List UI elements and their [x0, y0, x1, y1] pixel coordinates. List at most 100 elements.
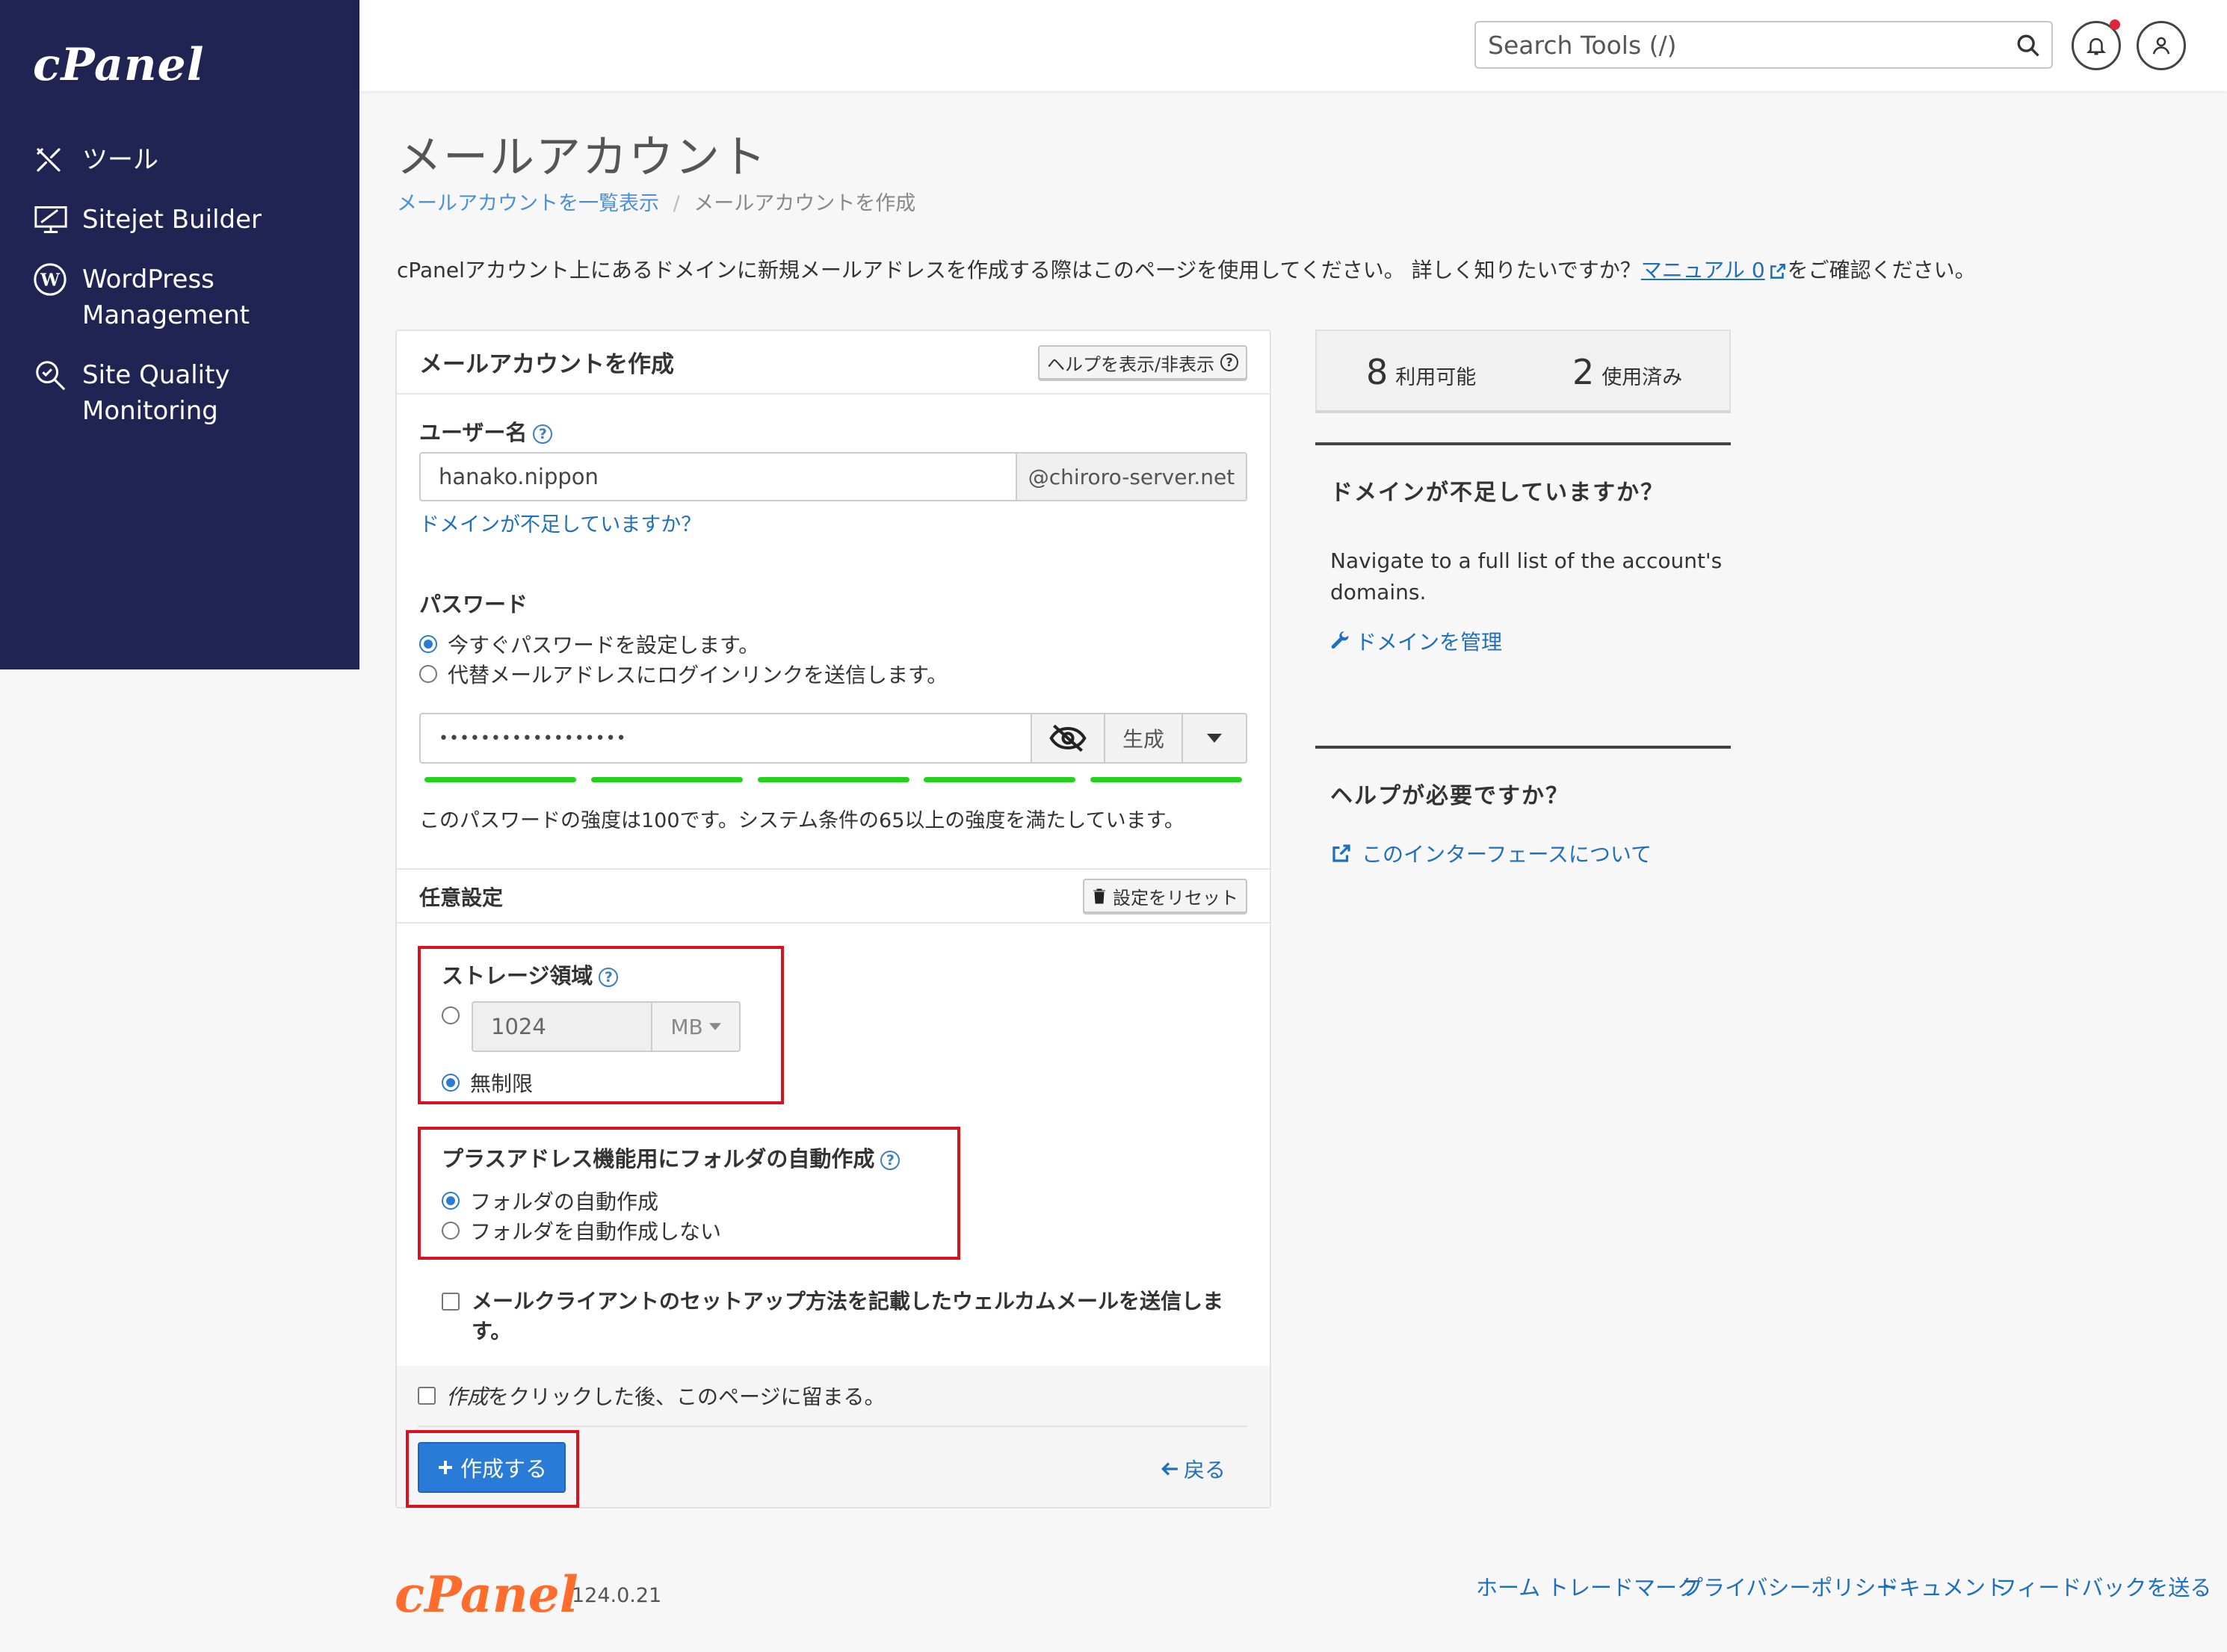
storage-unlimited-option[interactable]: 無制限 [442, 1068, 533, 1098]
stat-available: 8 利用可能 [1366, 352, 1476, 392]
manage-domains-link[interactable]: ドメインを管理 [1330, 626, 1502, 656]
footer-link-home[interactable]: ホーム [1476, 1571, 1540, 1602]
plus-no-create-option[interactable]: フォルダを自動作成しない [442, 1216, 721, 1246]
eye-slash-icon [1049, 724, 1087, 752]
radio-selected[interactable] [419, 635, 437, 653]
footer-cpanel-logo[interactable]: cPanel [395, 1565, 578, 1624]
question-icon[interactable]: ? [599, 968, 619, 987]
monitor-design-icon [33, 202, 75, 238]
tools-icon [33, 142, 75, 178]
storage-quota-input[interactable]: 1024 [472, 1001, 652, 1052]
page-title: メールアカウント [397, 132, 767, 184]
checkbox[interactable] [442, 1293, 460, 1311]
password-option-link[interactable]: 代替メールアドレスにログインリンクを送信します。 [419, 659, 948, 689]
sidebar-item-tools[interactable]: ツール [33, 142, 158, 178]
footer-link-privacy[interactable]: プライバシーポリシー [1681, 1571, 1897, 1602]
strength-bar-5 [1090, 777, 1242, 782]
storage-limited-radio[interactable] [442, 1006, 460, 1024]
help-toggle-button[interactable]: ヘルプを表示/非表示 ? [1038, 345, 1247, 380]
external-link-icon [1770, 264, 1785, 279]
domains-panel-line: domains. [1330, 580, 1427, 604]
svg-text:W: W [40, 270, 61, 291]
user-menu-button[interactable] [2137, 21, 2186, 70]
missing-domain-link[interactable]: ドメインが不足していますか？ [419, 508, 701, 537]
divider [397, 922, 1270, 924]
plus-addressing-label-text: プラスアドレス機能用にフォルダの自動作成 [442, 1146, 875, 1172]
footer-link-trademark[interactable]: トレードマーク [1547, 1571, 1699, 1602]
manual-link[interactable]: マニュアル 0 [1641, 258, 1788, 282]
checkbox[interactable] [418, 1387, 436, 1405]
stay-on-page-rest: をクリックした後、このページに留まる。 [488, 1385, 886, 1409]
radio-unselected[interactable] [442, 1006, 460, 1024]
plus-auto-create-option[interactable]: フォルダの自動作成 [442, 1186, 658, 1216]
username-value: hanako.nippon [439, 464, 599, 489]
footer-link-feedback[interactable]: フィードバックを送る [1995, 1571, 2211, 1602]
optional-settings-label: 任意設定 [419, 885, 504, 910]
option-label: 今すぐパスワードを設定します。 [448, 633, 760, 658]
radio-selected[interactable] [442, 1074, 460, 1092]
generate-button[interactable]: 生成 [1104, 713, 1183, 764]
help-toggle-label: ヘルプを表示/非表示 [1046, 353, 1215, 375]
password-mask: •••••••••••••••••• [439, 728, 627, 748]
back-link[interactable]: 戻る [1160, 1454, 1226, 1484]
breadcrumb-separator: / [673, 192, 680, 215]
toggle-visibility-button[interactable] [1031, 713, 1105, 764]
help-panel-title: ヘルプが必要ですか？ [1330, 783, 1569, 809]
search-icon[interactable] [2016, 33, 2041, 58]
stay-on-page-label: 作成をクリックした後、このページに留まる。 [446, 1381, 885, 1411]
intro-text-part: をご確認ください。 [1787, 258, 1976, 282]
storage-unit-label: MB [670, 1014, 703, 1039]
stat-label: 利用可能 [1395, 366, 1477, 389]
stay-on-page-option[interactable]: 作成をクリックした後、このページに留まる。 [418, 1381, 885, 1411]
reset-settings-button[interactable]: 設定をリセット [1083, 879, 1247, 913]
question-icon[interactable]: ? [880, 1151, 901, 1170]
password-label: パスワード [419, 592, 528, 617]
generate-options-button[interactable] [1182, 713, 1247, 764]
sidebar-item-site-quality[interactable]: Site Quality Monitoring [33, 357, 230, 429]
notification-badge [2110, 19, 2120, 30]
footer-link-documentation[interactable]: ドキュメント [1877, 1571, 2007, 1602]
bell-icon [2086, 38, 2107, 55]
panel-rule [1315, 442, 1731, 445]
about-interface-link[interactable]: このインターフェースについて [1330, 838, 1652, 868]
welcome-email-checkbox[interactable] [442, 1293, 460, 1311]
stats-panel: 8 利用可能 2 使用済み [1315, 330, 1731, 413]
caret-down-icon [708, 1023, 721, 1030]
magnifier-icon [33, 357, 75, 393]
radio-unselected[interactable] [419, 665, 437, 683]
storage-label-text: ストレージ領域 [442, 963, 593, 989]
create-button[interactable]: 作成する [418, 1442, 566, 1493]
domains-panel-line: Navigate to a full list of the account's [1330, 548, 1723, 573]
trash-icon [1093, 888, 1105, 904]
cpanel-logo[interactable]: cPanel [33, 39, 205, 91]
username-input[interactable]: hanako.nippon [419, 452, 1017, 501]
stat-number: 8 [1366, 352, 1389, 392]
radio-selected[interactable] [442, 1192, 460, 1210]
back-link-label: 戻る [1184, 1458, 1226, 1482]
password-option-now[interactable]: 今すぐパスワードを設定します。 [419, 629, 759, 659]
sidebar: cPanel ツール Sitejet Builder W WordPress M… [0, 0, 359, 669]
storage-unit-dropdown[interactable]: MB [651, 1001, 741, 1052]
search-box[interactable] [1474, 21, 2053, 69]
strength-bar-4 [924, 777, 1075, 782]
sidebar-item-wordpress[interactable]: W WordPress Management [33, 262, 250, 333]
radio-unselected[interactable] [442, 1222, 460, 1240]
option-label: フォルダの自動作成 [470, 1189, 659, 1214]
domain-addon[interactable]: @chiroro-server.net [1016, 452, 1247, 501]
external-link-icon [1332, 844, 1350, 862]
divider [397, 393, 1270, 395]
divider [418, 1426, 1247, 1427]
manual-link-label: マニュアル 0 [1640, 258, 1765, 282]
storage-quota-value: 1024 [491, 1014, 546, 1039]
create-button-label: 作成する [460, 1456, 547, 1482]
strength-bar-1 [424, 777, 576, 782]
storage-label: ストレージ領域? [442, 959, 619, 990]
search-input[interactable] [1486, 22, 2002, 67]
sidebar-item-sitejet[interactable]: Sitejet Builder [33, 202, 262, 238]
stat-label: 使用済み [1601, 366, 1683, 389]
breadcrumb-parent-link[interactable]: メールアカウントを一覧表示 [397, 192, 659, 215]
strength-text: このパスワードの強度は100です。システム条件の65以上の強度を満たしています。 [419, 809, 1184, 832]
password-input[interactable]: •••••••••••••••••• [419, 713, 1032, 764]
sidebar-item-label: Site Quality Monitoring [82, 360, 230, 426]
question-icon[interactable]: ? [533, 424, 553, 444]
